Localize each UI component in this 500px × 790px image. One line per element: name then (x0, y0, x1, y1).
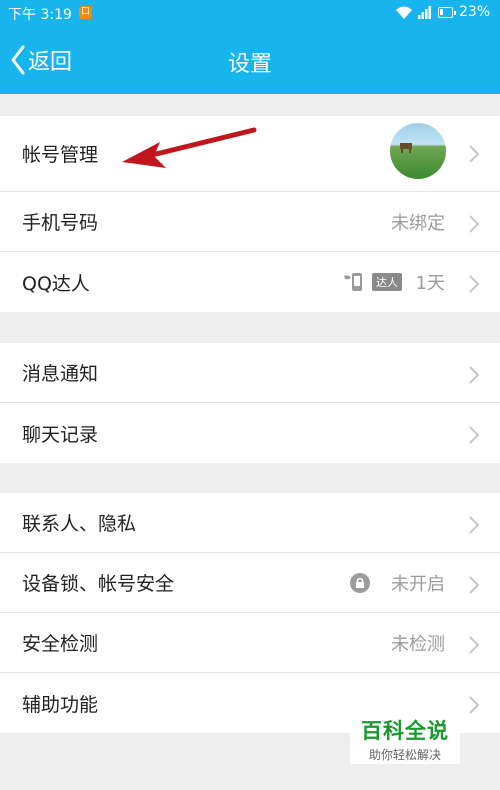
watermark-subtitle: 助你轻松解决 (368, 748, 441, 762)
row-label: 设备锁、帐号安全 (22, 573, 175, 595)
row-label: 手机号码 (22, 212, 99, 234)
row-label: 安全检测 (22, 633, 99, 655)
settings-group-privacy: 联系人、隐私 设备锁、帐号安全 未开启 安全检测 未检测 辅助功能 (0, 493, 500, 733)
chevron-right-icon (469, 215, 480, 233)
row-label: 聊天记录 (22, 423, 99, 446)
row-security-check[interactable]: 安全检测 未检测 (0, 613, 500, 673)
chevron-right-icon (469, 426, 480, 444)
row-contacts-privacy[interactable]: 联系人、隐私 (0, 493, 500, 553)
watermark: 百科全说 助你轻松解决 (350, 712, 460, 764)
battery-icon (438, 7, 456, 18)
chevron-right-icon (469, 275, 480, 293)
signal-icon (418, 6, 431, 19)
row-label: 辅助功能 (22, 693, 99, 716)
watermark-title: 百科全说 (361, 719, 449, 743)
expert-badge: 达人 (342, 270, 402, 294)
annotation-arrow-icon (122, 127, 257, 168)
wifi-icon (396, 6, 412, 19)
row-device-lock[interactable]: 设备锁、帐号安全 未开启 (0, 553, 500, 613)
badge-text: 达人 (372, 273, 402, 291)
row-phone-number[interactable]: 手机号码 未绑定 (0, 192, 500, 252)
status-bar: 下午 3:19 口 23% (0, 0, 500, 26)
chevron-right-icon (469, 366, 480, 384)
row-message-notification[interactable]: 消息通知 (0, 343, 500, 403)
lock-icon (350, 573, 370, 593)
row-value: 1天 (415, 273, 445, 294)
row-label: 消息通知 (22, 363, 99, 385)
chevron-right-icon (469, 576, 480, 594)
notification-icon: 口 (79, 6, 92, 19)
chevron-right-icon (469, 636, 480, 654)
page-title: 设置 (227, 52, 272, 77)
status-time: 下午 3:19 (8, 7, 72, 23)
row-label: 帐号管理 (22, 144, 99, 166)
row-value: 未绑定 (391, 212, 445, 234)
battery-percent: 23% (459, 4, 491, 20)
row-label: QQ达人 (22, 272, 90, 295)
cow-icon (400, 143, 412, 153)
chevron-right-icon (469, 516, 480, 534)
chevron-right-icon (469, 696, 480, 714)
phone-wings-icon (344, 273, 362, 291)
row-chat-history[interactable]: 聊天记录 (0, 403, 500, 463)
row-qq-expert[interactable]: QQ达人 达人 1天 (0, 252, 500, 312)
settings-group-messages: 消息通知 聊天记录 (0, 343, 500, 463)
nav-bar: 返回 设置 (0, 26, 500, 94)
row-value: 未开启 (391, 573, 445, 595)
row-value: 未检测 (391, 633, 445, 655)
chevron-right-icon (469, 145, 480, 163)
avatar (390, 123, 446, 179)
row-label: 联系人、隐私 (22, 513, 137, 535)
